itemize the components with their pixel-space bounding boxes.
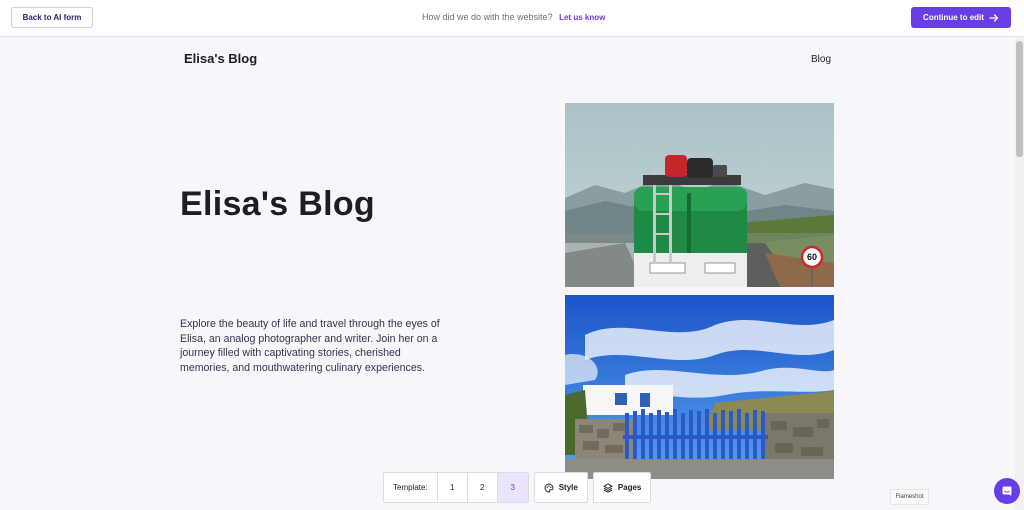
- feedback-link[interactable]: Let us know: [559, 13, 605, 22]
- style-label: Style: [558, 483, 578, 492]
- template-option-3[interactable]: 3: [497, 473, 528, 502]
- hero-description: Explore the beauty of life and travel th…: [180, 318, 440, 374]
- continue-label: Continue to edit: [923, 13, 984, 22]
- continue-to-edit-button[interactable]: Continue to edit: [911, 7, 1011, 28]
- pages-button[interactable]: Pages: [592, 472, 652, 503]
- chat-button[interactable]: [994, 478, 1020, 504]
- chat-icon: [1002, 486, 1012, 496]
- pages-label: Pages: [617, 483, 642, 492]
- site-logo[interactable]: Elisa's Blog: [184, 51, 257, 66]
- speed-sign-text: 60: [807, 252, 817, 262]
- template-toolbar: Template: 1 2 3 Style Pages: [383, 472, 652, 503]
- style-button[interactable]: Style: [533, 472, 588, 503]
- feedback-prompt: How did we do with the website? Let us k…: [422, 12, 605, 22]
- back-to-ai-form-button[interactable]: Back to AI form: [11, 7, 93, 28]
- scrollbar-thumb[interactable]: [1016, 41, 1023, 157]
- photo-van-road: 60: [565, 103, 834, 287]
- feedback-text: How did we do with the website?: [422, 12, 553, 22]
- template-label: Template:: [384, 473, 438, 502]
- website-preview: Elisa's Blog Blog Elisa's Blog Explore t…: [0, 37, 1015, 510]
- arrow-right-icon: [989, 13, 999, 22]
- template-option-2[interactable]: 2: [468, 473, 498, 502]
- editor-topbar: Back to AI form How did we do with the w…: [0, 0, 1024, 37]
- template-selector: Template: 1 2 3: [383, 472, 529, 503]
- hero-title: Elisa's Blog: [180, 185, 375, 223]
- photo-blue-gate: [565, 295, 834, 479]
- palette-icon: [544, 483, 554, 492]
- template-option-1[interactable]: 1: [438, 473, 468, 502]
- flameshot-tooltip: Flameshot: [890, 489, 929, 505]
- page-scrollbar[interactable]: [1015, 37, 1024, 510]
- nav-item-blog[interactable]: Blog: [811, 54, 831, 65]
- layers-icon: [603, 483, 613, 493]
